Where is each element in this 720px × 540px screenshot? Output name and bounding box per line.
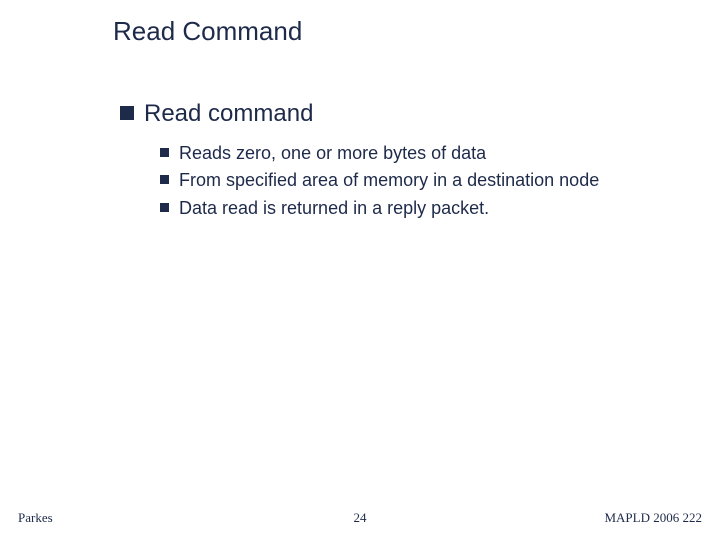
list-item: Read command bbox=[120, 100, 680, 128]
list-item-label: Data read is returned in a reply packet. bbox=[179, 197, 489, 220]
square-bullet-icon bbox=[160, 203, 169, 212]
slide-title: Read Command bbox=[113, 16, 302, 47]
list-item-label: From specified area of memory in a desti… bbox=[179, 169, 599, 192]
list-item-label: Read command bbox=[144, 100, 313, 128]
footer-conference: MAPLD 2006 222 bbox=[604, 510, 702, 526]
list-item-label: Reads zero, one or more bytes of data bbox=[179, 142, 486, 165]
slide: Read Command Read command Reads zero, on… bbox=[0, 0, 720, 540]
list-item: From specified area of memory in a desti… bbox=[160, 169, 680, 192]
sub-list: Reads zero, one or more bytes of data Fr… bbox=[160, 142, 680, 220]
square-bullet-icon bbox=[120, 106, 134, 120]
list-item: Data read is returned in a reply packet. bbox=[160, 197, 680, 220]
list-item: Reads zero, one or more bytes of data bbox=[160, 142, 680, 165]
square-bullet-icon bbox=[160, 175, 169, 184]
slide-body: Read command Reads zero, one or more byt… bbox=[120, 100, 680, 224]
square-bullet-icon bbox=[160, 148, 169, 157]
